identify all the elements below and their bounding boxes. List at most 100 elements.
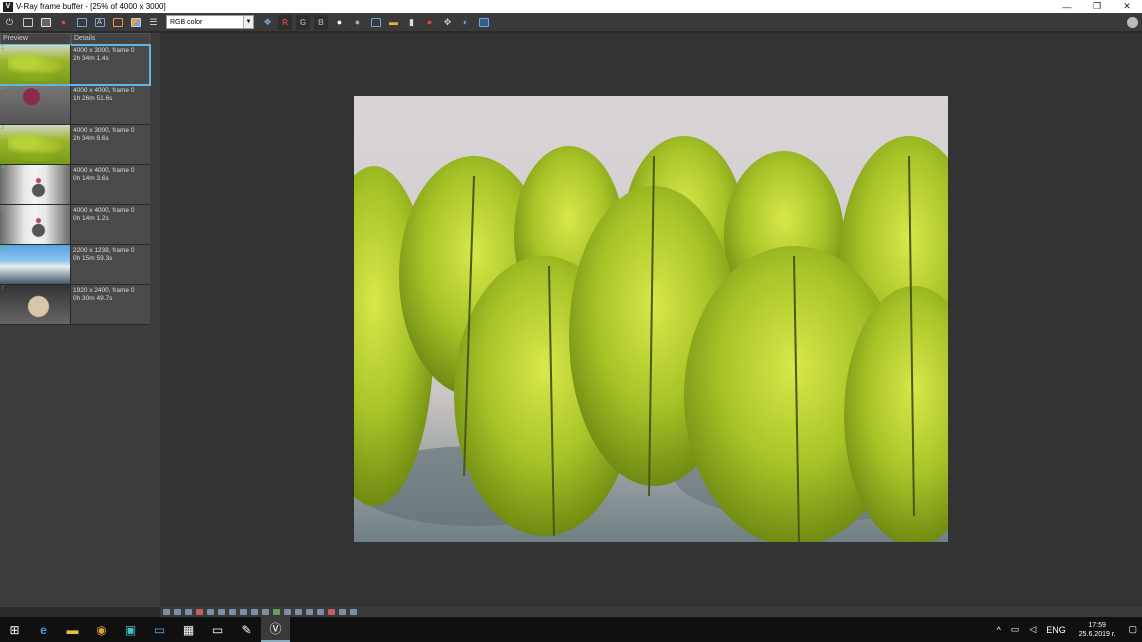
render-viewport[interactable] [160,33,1142,607]
history-item[interactable]: 7 1920 x 2400, frame 0 0h 30m 49.7s [0,285,150,325]
vray-taskbar-icon[interactable]: Ⓥ [261,617,290,642]
minimize-button[interactable]: — [1052,0,1082,13]
lut-icon[interactable] [251,609,258,615]
white-balance-icon[interactable] [284,609,291,615]
curves-icon[interactable] [229,609,236,615]
zoom-icon[interactable] [174,609,181,615]
history-render-time: 1h 26m 51.6s [73,95,113,102]
green-channel-button[interactable]: G [296,14,310,30]
color-correction-icon[interactable] [196,609,203,615]
history-details: 1920 x 2400, frame 0 0h 30m 49.7s [71,285,150,324]
split-view-icon[interactable] [295,609,302,615]
history-render-time: 2h 34m 1.4s [73,55,109,62]
settings-icon[interactable] [1127,16,1138,28]
region-render-icon[interactable] [368,15,383,30]
frame-icon[interactable] [110,15,125,30]
network-icon[interactable]: ▭ [1011,624,1020,635]
histogram-icon[interactable] [240,609,247,615]
compare-icon[interactable] [185,609,192,615]
track-mouse-icon[interactable]: ✥ [440,15,455,30]
paint-icon[interactable]: ✎ [232,617,261,642]
volume-icon[interactable]: ◁ [1029,624,1036,635]
history-item[interactable]: 2 4000 x 4000, frame 0 1h 26m 51.6s [0,85,150,125]
duplicate-to-history-icon[interactable] [74,15,89,30]
history-item-number: 7 [1,285,5,291]
color-channels-icon[interactable]: ❖ [260,15,275,30]
history-item-number: 1 [1,45,5,51]
clear-image-icon[interactable]: ● [56,15,71,30]
file-explorer-icon[interactable]: ▬ [58,617,87,642]
history-render-time: 0h 30m 49.7s [73,295,113,302]
title-bar: V V-Ray frame buffer - [25% of 4000 x 30… [0,0,1142,13]
close-button[interactable]: ✕ [1112,0,1142,13]
compare-horizontal-icon[interactable] [328,609,335,615]
rendered-image[interactable] [354,96,948,542]
background-icon[interactable] [273,609,280,615]
vray-app-icon: V [3,1,13,12]
edge-browser-icon[interactable]: e [29,617,58,642]
lens-effects-icon[interactable] [476,15,491,30]
clock-time: 17:59 [1088,621,1106,629]
channel-select-value: RGB color [170,18,203,26]
details-column-header: Details [71,33,150,45]
clock[interactable]: 17:59 25.6.2019 г. [1079,621,1116,639]
history-thumbnail: 2 [0,85,71,124]
history-item[interactable]: 5 4000 x 4000, frame 0 0h 14m 1.2s [0,205,150,245]
power-icon[interactable]: ⏻ [2,15,17,30]
history-resolution: 4000 x 3000, frame 0 [73,127,135,134]
pixel-info-icon[interactable] [306,609,313,615]
gray-circle-icon[interactable]: ● [350,15,365,30]
app-icon[interactable]: ▭ [145,617,174,642]
interactive-render-icon[interactable]: ◐ [458,15,473,30]
language-indicator[interactable]: ENG [1046,625,1066,635]
3dsmax-icon[interactable]: ▣ [116,617,145,642]
chevron-up-icon[interactable]: ^ [997,625,1001,635]
window-title: V-Ray frame buffer - [25% of 4000 x 3000… [16,2,166,11]
history-resolution: 1920 x 2400, frame 0 [73,287,135,294]
history-thumbnail: 7 [0,285,71,324]
restore-button[interactable]: ❐ [1082,0,1112,13]
history-item-number: 2 [1,85,5,91]
menu-icon[interactable]: ☰ [146,15,161,30]
image-icon[interactable] [128,15,143,30]
history-thumbnail: 1 [0,45,71,84]
clipboard-icon[interactable]: ▮ [404,15,419,30]
chrome-icon[interactable]: ◉ [87,617,116,642]
levels-icon[interactable] [218,609,225,615]
photos-icon[interactable]: ▦ [174,617,203,642]
notifications-icon[interactable]: ▢ [1128,624,1137,635]
history-item-number: 6 [1,245,5,251]
ocio-icon[interactable] [262,609,269,615]
history-resolution: 4000 x 4000, frame 0 [73,87,135,94]
view-icon[interactable] [163,609,170,615]
history-header: Preview Details [0,33,160,45]
chevron-down-icon[interactable]: ▼ [243,16,253,28]
text-overlay-icon[interactable]: A [92,15,107,30]
stop-render-icon[interactable]: ● [422,15,437,30]
bottom-toolbar [160,607,1142,617]
history-resolution: 2200 x 1238, frame 0 [73,247,135,254]
fit-icon[interactable] [350,609,357,615]
history-details: 4000 x 4000, frame 0 0h 14m 1.2s [71,205,150,244]
blue-channel-button[interactable]: B [314,14,328,30]
fern-trees-render [354,136,948,542]
white-circle-icon[interactable]: ● [332,15,347,30]
windows-start-icon[interactable]: ⊞ [0,617,29,642]
terminal-icon[interactable]: ▭ [203,617,232,642]
main-toolbar: ⏻ ● A ☰ RGB color ▼ ❖ R G B ● ● ▬ ▮ ● ✥ … [0,13,1142,32]
history-item[interactable]: 6 2200 x 1238, frame 0 0h 15m 59.3s [0,245,150,285]
load-image-icon[interactable] [38,15,53,30]
red-channel-button[interactable]: R [278,14,292,30]
vertical-split-icon[interactable] [339,609,346,615]
history-resolution: 4000 x 4000, frame 0 [73,167,135,174]
vray-frame-buffer-window: V V-Ray frame buffer - [25% of 4000 x 30… [0,0,1142,642]
save-image-icon[interactable] [20,15,35,30]
history-item[interactable]: 1 4000 x 3000, frame 0 2h 34m 1.4s [0,44,151,86]
history-item[interactable]: 3 4000 x 3000, frame 0 2h 34m 9.6s [0,125,150,165]
horizontal-flip-icon[interactable] [317,609,324,615]
channel-select[interactable]: RGB color ▼ [166,15,254,29]
system-tray: ^ ▭ ◁ ENG 17:59 25.6.2019 г. ▢ [992,617,1142,642]
folder-icon[interactable]: ▬ [386,15,401,30]
history-item[interactable]: 4 4000 x 4000, frame 0 0h 14m 3.6s [0,165,150,205]
exposure-icon[interactable] [207,609,214,615]
